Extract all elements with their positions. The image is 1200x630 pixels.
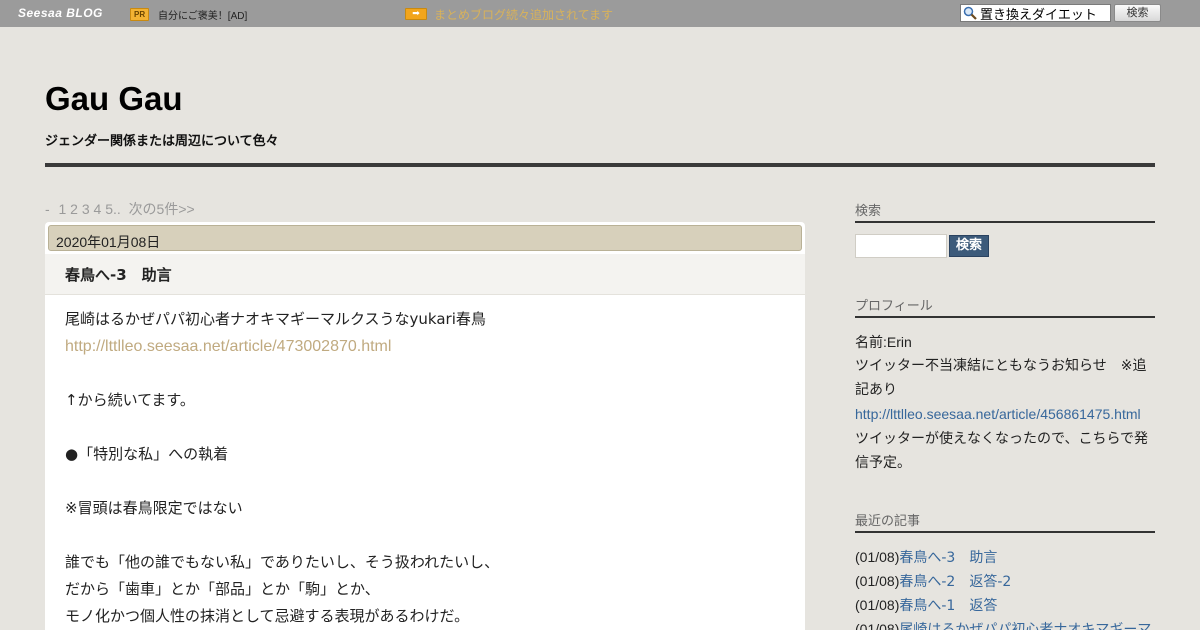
article-body: 尾崎はるかぜパパ初心者ナオキマギーマルクスうなyukari春鳥 http://l… bbox=[65, 306, 785, 630]
article-line: ↑から続いてます。 bbox=[65, 391, 195, 409]
sidebar-search-input[interactable] bbox=[855, 234, 947, 258]
sidebar-recent-posts: 最近の記事 (01/08)春鳥へ-3 助言 (01/08)春鳥へ-2 返答-2 … bbox=[855, 510, 1155, 630]
sidebar-profile-heading: プロフィール bbox=[855, 295, 1155, 318]
header-divider bbox=[45, 163, 1155, 167]
article-line: だから「歯車」とか「部品」とか「駒」とか、 bbox=[65, 580, 380, 598]
sidebar-search-button[interactable]: 検索 bbox=[949, 235, 989, 257]
recent-post-date: (01/08) bbox=[855, 621, 900, 630]
recent-post-item: (01/08)春鳥へ-1 返答 bbox=[855, 593, 1155, 617]
ad-link[interactable]: 自分にご褒美！[AD] bbox=[158, 7, 247, 22]
recent-post-date: (01/08) bbox=[855, 597, 900, 613]
article-line bbox=[65, 414, 785, 441]
magnifier-icon bbox=[963, 6, 977, 20]
profile-notice-line: ツイッター不当凍結にともなうお知らせ ※追 bbox=[855, 358, 1147, 374]
profile-notice-line: 記あり bbox=[855, 382, 897, 398]
profile-note-line: ツイッターが使えなくなったので、こちらで発 bbox=[855, 431, 1149, 447]
recent-post-link[interactable]: 尾崎はるかぜパパ初心者ナオキマギーマ bbox=[899, 622, 1151, 630]
sidebar-profile: プロフィール 名前:Erin ツイッター不当凍結にともなうお知らせ ※追 記あり… bbox=[855, 295, 1155, 475]
seesaa-toolbar: Seesaa BLOG PR 自分にご褒美！[AD] ➡ まとめブログ続々追加さ… bbox=[0, 0, 1200, 27]
pagination: - 1 2 3 4 5.. 次の5件>> bbox=[45, 199, 195, 219]
article-line: モノ化かつ個人性の抹消として忌避する表現があるわけだ。 bbox=[65, 607, 470, 625]
article-line: 誰でも「他の誰でもない私」でありたいし、そう扱われたいし、 bbox=[65, 553, 500, 571]
pager-page-1[interactable]: 1 bbox=[58, 201, 66, 217]
pager-page-5[interactable]: 5.. bbox=[105, 201, 121, 217]
toolbar-search-input[interactable] bbox=[960, 4, 1111, 22]
profile-name: 名前:Erin bbox=[855, 334, 912, 350]
pager-page-2[interactable]: 2 bbox=[70, 201, 78, 217]
sidebar-search-heading: 検索 bbox=[855, 200, 1155, 223]
profile-note-line: 信予定。 bbox=[855, 455, 911, 471]
pager-page-4[interactable]: 4 bbox=[94, 201, 102, 217]
recent-post-link[interactable]: 春鳥へ-3 助言 bbox=[899, 550, 997, 566]
article-line bbox=[65, 522, 785, 549]
recent-post-date: (01/08) bbox=[855, 549, 900, 565]
recent-post-item: (01/08)春鳥へ-2 返答-2 bbox=[855, 569, 1155, 593]
article-title-bar: 春鳥へ-3 助言 bbox=[45, 254, 805, 295]
sidebar-recent-heading: 最近の記事 bbox=[855, 510, 1155, 533]
article-line: ●「特別な私」への執着 bbox=[65, 445, 229, 463]
notice-link[interactable]: まとめブログ続々追加されてます bbox=[434, 6, 613, 23]
pr-badge: PR bbox=[130, 8, 150, 21]
profile-link[interactable]: http://lttlleo.seesaa.net/article/456861… bbox=[855, 406, 1141, 422]
article-line: 尾崎はるかぜパパ初心者ナオキマギーマルクスうなyukari春鳥 bbox=[65, 310, 486, 328]
pager-page-3[interactable]: 3 bbox=[82, 201, 90, 217]
recent-post-link[interactable]: 春鳥へ-1 返答 bbox=[899, 598, 997, 614]
profile-content: 名前:Erin ツイッター不当凍結にともなうお知らせ ※追 記あり http:/… bbox=[855, 330, 1155, 475]
recent-post-link[interactable]: 春鳥へ-2 返答-2 bbox=[899, 574, 1011, 590]
arrow-right-icon: ➡ bbox=[405, 8, 427, 20]
article-line bbox=[65, 468, 785, 495]
article-date-bar: 2020年01月08日 bbox=[48, 225, 802, 251]
seesaa-blog-logo[interactable]: Seesaa BLOG bbox=[18, 6, 103, 20]
blog-title[interactable]: Gau Gau bbox=[45, 80, 183, 118]
pager-next-link[interactable]: 次の5件>> bbox=[129, 201, 195, 217]
article-link-line: http://lttlleo.seesaa.net/article/473002… bbox=[65, 333, 785, 360]
recent-post-date: (01/08) bbox=[855, 573, 900, 589]
article-title[interactable]: 春鳥へ-3 助言 bbox=[65, 264, 172, 285]
article-line bbox=[65, 360, 785, 387]
blog-article: 2020年01月08日 春鳥へ-3 助言 尾崎はるかぜパパ初心者ナオキマギーマル… bbox=[45, 222, 805, 630]
pager-prefix: - bbox=[45, 201, 50, 217]
sidebar-search: 検索 検索 bbox=[855, 200, 1155, 258]
blog-description: ジェンダー関係または周辺について色々 bbox=[45, 134, 279, 149]
toolbar-search-button[interactable]: 検索 bbox=[1114, 4, 1161, 22]
recent-post-item: (01/08)春鳥へ-3 助言 bbox=[855, 545, 1155, 569]
recent-posts-list: (01/08)春鳥へ-3 助言 (01/08)春鳥へ-2 返答-2 (01/08… bbox=[855, 545, 1155, 630]
article-line: ※冒頭は春鳥限定ではない bbox=[65, 499, 243, 517]
article-link[interactable]: http://lttlleo.seesaa.net/article/473002… bbox=[65, 338, 391, 355]
article-date: 2020年01月08日 bbox=[56, 234, 161, 250]
recent-post-item: (01/08)尾崎はるかぜパパ初心者ナオキマギーマ bbox=[855, 617, 1155, 630]
